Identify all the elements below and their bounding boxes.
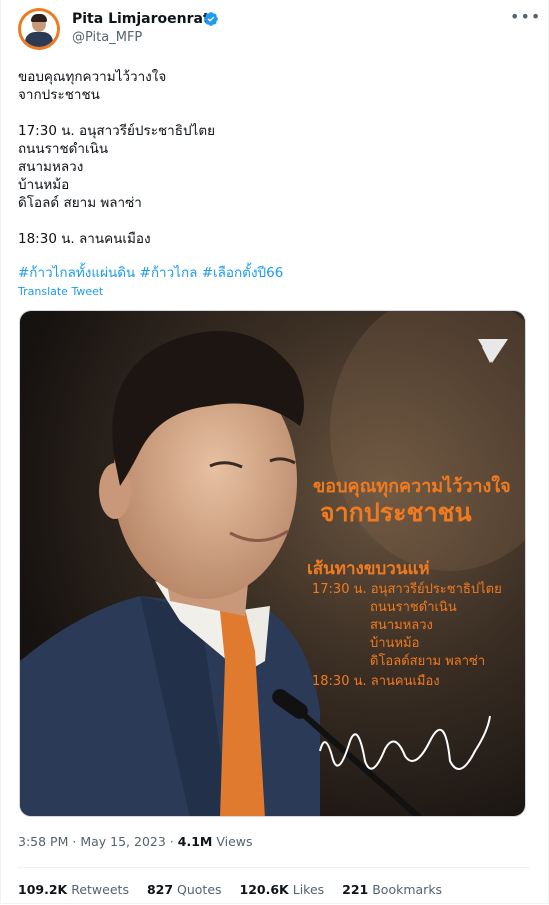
quotes-stat[interactable]: 827 Quotes — [147, 882, 222, 897]
tweet-line: 18:30 น. ลานคนเมือง — [18, 231, 151, 247]
hashtag-link[interactable]: #เลือกตั้งปี66 — [202, 265, 284, 281]
bookmarks-stat[interactable]: 221 Bookmarks — [342, 882, 442, 897]
likes-stat[interactable]: 120.6K Likes — [240, 882, 325, 897]
tweet-line-break — [18, 212, 528, 230]
stat-label: Quotes — [177, 882, 222, 897]
author-name[interactable]: Pita Limjaroenrat — [72, 10, 210, 28]
poster-route-line: ถนนราชดำเนิน — [370, 600, 457, 615]
poster-route-line: สนามหลวง — [370, 618, 433, 633]
poster-route-line: บ้านหม้อ — [370, 636, 420, 651]
tweet-line: ถนนราชดำเนิน — [18, 141, 109, 157]
tweet-line: ขอบคุณทุกความไว้วางใจ — [18, 69, 167, 85]
author-handle[interactable]: @Pita_MFP — [72, 29, 142, 47]
hashtag-link[interactable]: #ก้าวไกล — [140, 265, 198, 281]
tweet-line: ดิโอลด์ สยาม พลาซ่า — [18, 195, 142, 211]
hashtag-link[interactable]: #ก้าวไกลทั้งแผ่นดิน — [18, 265, 135, 281]
engagement-stats: 109.2K Retweets 827 Quotes 120.6K Likes … — [18, 881, 456, 899]
tweet-text: ขอบคุณทุกความไว้วางใจ จากประชาชน 17:30 น… — [18, 68, 528, 248]
verified-badge-icon — [204, 12, 218, 26]
divider — [18, 867, 530, 868]
retweets-stat[interactable]: 109.2K Retweets — [18, 882, 129, 897]
views-label: Views — [216, 834, 253, 849]
translate-tweet-link[interactable]: Translate Tweet — [18, 285, 103, 299]
stat-count: 120.6K — [239, 882, 289, 897]
stat-label: Retweets — [71, 882, 129, 897]
tweet-line: สนามหลวง — [18, 159, 84, 175]
stat-count: 109.2K — [18, 882, 68, 897]
poster-route-line: ดิโอลด์สยาม พลาซ่า — [370, 654, 486, 669]
tweet-time[interactable]: 3:58 PM — [18, 834, 68, 849]
tweet-meta: 3:58 PM · May 15, 2023 · 4.1M Views — [18, 833, 253, 851]
tweet-header: Pita Limjaroenrat @Pita_MFP ••• — [18, 8, 540, 50]
poster-headline: จากประชาชน — [320, 498, 472, 527]
poster-route-line: 18:30 น. ลานคนเมือง — [312, 674, 440, 689]
more-horizontal-icon[interactable]: ••• — [510, 8, 541, 26]
poster-route-line: 17:30 น. อนุสาวรีย์ประชาธิปไตย — [312, 582, 502, 597]
meta-separator: · — [169, 834, 174, 849]
stat-label: Bookmarks — [372, 882, 443, 897]
tweet-date[interactable]: May 15, 2023 — [80, 834, 165, 849]
poster-route-title: เส้นทางขบวนแห่ — [307, 559, 430, 579]
poster-photo — [20, 311, 525, 816]
tweet-line: บ้านหม้อ — [18, 177, 70, 193]
tweet-line: 17:30 น. อนุสาวรีย์ประชาธิปไตย — [18, 123, 215, 139]
stat-count: 221 — [342, 882, 369, 897]
stat-label: Likes — [292, 882, 325, 897]
stat-count: 827 — [146, 882, 174, 897]
author-avatar[interactable] — [18, 8, 60, 50]
views-count: 4.1M — [177, 834, 213, 849]
hashtag-row: #ก้าวไกลทั้งแผ่นดิน #ก้าวไกล #เลือกตั้งป… — [18, 264, 283, 282]
tweet-line-break — [18, 104, 528, 122]
tweet-media-image[interactable]: ขอบคุณทุกความไว้วางใจ จากประชาชน เส้นทาง… — [19, 310, 526, 817]
tweet-line: จากประชาชน — [18, 87, 100, 103]
meta-separator: · — [72, 834, 77, 849]
